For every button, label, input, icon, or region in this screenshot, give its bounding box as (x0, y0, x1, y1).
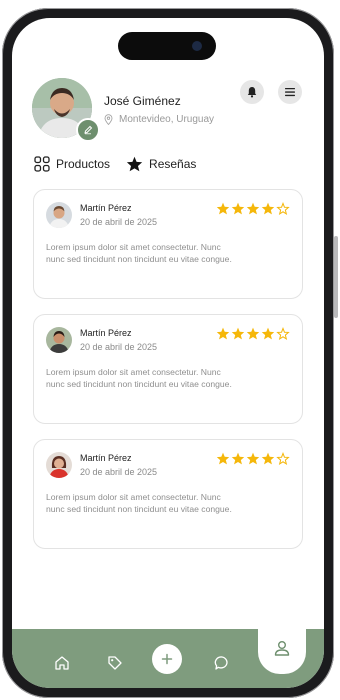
star-filled-icon (231, 327, 245, 340)
star-filled-icon (216, 452, 230, 465)
star-empty-icon (276, 202, 290, 215)
review-text: Lorem ipsum dolor sit amet consectetur. … (46, 367, 232, 389)
star-filled-icon (231, 202, 245, 215)
add-button[interactable] (152, 644, 182, 674)
bell-icon (247, 87, 257, 98)
menu-button[interactable] (278, 80, 302, 104)
star-rating (216, 327, 290, 340)
star-rating (216, 202, 290, 215)
nav-home[interactable] (52, 653, 72, 673)
reviewer-name: Martín Pérez (80, 203, 132, 213)
location-text: Montevideo, Uruguay (119, 114, 215, 125)
review-card: Martín Pérez 20 de abril de 2025 Lorem i… (33, 439, 303, 549)
plus-icon (161, 653, 173, 665)
profile-tabs: Productos Reseñas (34, 156, 212, 172)
tab-resenas[interactable]: Reseñas (126, 156, 196, 172)
pencil-icon (84, 125, 93, 135)
review-date: 20 de abril de 2025 (80, 467, 158, 477)
review-card: Martín Pérez 20 de abril de 2025 Lorem i… (33, 189, 303, 299)
profile-avatar-area (32, 78, 100, 142)
nav-messages[interactable] (212, 653, 232, 673)
side-button (334, 236, 338, 318)
star-filled-icon (261, 202, 275, 215)
star-filled-icon (216, 327, 230, 340)
nav-profile[interactable] (258, 616, 306, 674)
star-empty-icon (276, 327, 290, 340)
star-filled-icon (216, 202, 230, 215)
nav-offers[interactable] (105, 653, 125, 673)
reviewer-avatar (46, 202, 72, 228)
star-empty-icon (276, 452, 290, 465)
grid-icon (34, 156, 50, 172)
reviewer-name: Martín Pérez (80, 453, 132, 463)
tag-icon (108, 656, 122, 670)
star-filled-icon (231, 452, 245, 465)
profile-name: José Giménez (104, 94, 181, 108)
star-filled-icon (246, 452, 260, 465)
star-rating (216, 452, 290, 465)
star-filled-icon (261, 452, 275, 465)
user-icon (274, 641, 290, 656)
reviewer-avatar (46, 452, 72, 478)
edit-avatar-button[interactable] (76, 118, 100, 142)
profile-location: Montevideo, Uruguay (104, 114, 214, 125)
review-date: 20 de abril de 2025 (80, 217, 158, 227)
location-pin-icon (104, 114, 113, 125)
tab-label: Reseñas (149, 157, 197, 171)
home-icon (55, 656, 69, 670)
star-icon (126, 156, 143, 172)
dynamic-island (118, 32, 216, 60)
hamburger-icon (285, 88, 295, 97)
review-card: Martín Pérez 20 de abril de 2025 Lorem i… (33, 314, 303, 424)
chat-icon (214, 656, 228, 670)
review-date: 20 de abril de 2025 (80, 342, 158, 352)
review-text: Lorem ipsum dolor sit amet consectetur. … (46, 242, 232, 264)
screen: José Giménez Montevideo, Uruguay Product… (12, 18, 324, 688)
tab-label: Productos (56, 157, 111, 171)
star-filled-icon (246, 202, 260, 215)
star-filled-icon (246, 327, 260, 340)
star-filled-icon (261, 327, 275, 340)
reviewer-avatar (46, 327, 72, 353)
review-text: Lorem ipsum dolor sit amet consectetur. … (46, 492, 232, 514)
phone-frame: José Giménez Montevideo, Uruguay Product… (2, 8, 338, 698)
reviewer-name: Martín Pérez (80, 328, 132, 338)
tab-productos[interactable]: Productos (34, 156, 110, 172)
notifications-button[interactable] (240, 80, 264, 104)
